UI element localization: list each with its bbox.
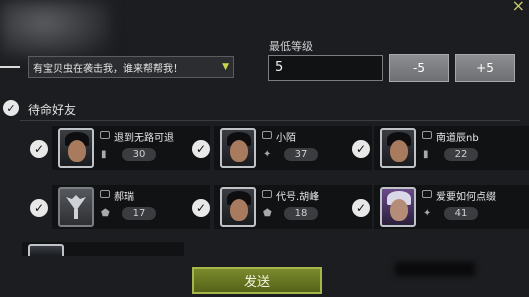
rank-icon: ⬟: [101, 208, 110, 219]
friend-name: 退到无路可退: [114, 133, 174, 144]
friend-level: 37: [284, 148, 318, 161]
friend-checkbox[interactable]: ✓: [192, 140, 210, 158]
camera-icon: [100, 131, 110, 139]
friend-card[interactable]: ✓ 南道辰nb ▮ 22: [352, 126, 529, 170]
friend-card[interactable]: ✓ 代号.胡峰 ⬟ 18: [192, 185, 372, 229]
close-icon[interactable]: ×: [512, 0, 525, 15]
friend-name: 小陌: [276, 133, 296, 144]
avatar: [220, 128, 256, 168]
friend-card-partial[interactable]: [22, 242, 184, 256]
send-button[interactable]: 发送: [192, 267, 322, 294]
friend-level: 18: [284, 207, 318, 220]
minus-5-button[interactable]: -5: [389, 54, 449, 82]
friend-checkbox[interactable]: ✓: [30, 199, 48, 217]
blurred-region: [395, 262, 475, 276]
avatar: [380, 187, 416, 227]
friend-checkbox[interactable]: ✓: [192, 199, 210, 217]
friend-name: 代号.胡峰: [276, 192, 320, 203]
avatar: [220, 187, 256, 227]
rank-icon: ▮: [423, 149, 429, 160]
rank-icon: ⬟: [263, 208, 272, 219]
plus-5-button[interactable]: +5: [455, 54, 515, 82]
camera-icon: [262, 131, 272, 139]
friend-card[interactable]: ✓ 郝瑞 ⬟ 17: [30, 185, 210, 229]
avatar: [28, 244, 64, 256]
friend-card[interactable]: ✓ 爱要如何点缀 ✦ 41: [352, 185, 529, 229]
friend-card[interactable]: ✓ 退到无路可退 ▮ 30: [30, 126, 210, 170]
friend-name: 郝瑞: [114, 192, 134, 203]
friend-level: 30: [122, 148, 156, 161]
avatar: [58, 187, 94, 227]
message-text: 有宝贝虫在袭击我，谁来帮帮我！: [33, 63, 183, 75]
friend-checkbox[interactable]: ✓: [352, 140, 370, 158]
rank-icon: ▮: [101, 149, 107, 160]
friend-name: 爱要如何点缀: [436, 192, 496, 203]
left-edge-line: [0, 66, 20, 68]
blurred-region: [0, 0, 110, 58]
divider: [20, 120, 520, 121]
friend-checkbox[interactable]: ✓: [30, 140, 48, 158]
friend-checkbox[interactable]: ✓: [352, 199, 370, 217]
triangle-down-icon: ▼: [222, 62, 229, 72]
camera-icon: [100, 190, 110, 198]
min-level-input[interactable]: 5: [268, 55, 383, 81]
friend-level: 41: [444, 207, 478, 220]
min-level-label: 最低等级: [269, 40, 313, 53]
standby-friends-label: 待命好友: [28, 103, 77, 117]
camera-icon: [422, 131, 432, 139]
rank-icon: ✦: [423, 208, 432, 219]
friend-level: 22: [444, 148, 478, 161]
camera-icon: [262, 190, 272, 198]
rank-icon: ✦: [263, 149, 272, 160]
avatar: [58, 128, 94, 168]
camera-icon: [422, 190, 432, 198]
select-all-checkbox[interactable]: ✓: [3, 100, 19, 116]
message-dropdown[interactable]: 有宝贝虫在袭击我，谁来帮帮我！ ▼: [28, 56, 234, 78]
friend-level: 17: [122, 207, 156, 220]
friend-name: 南道辰nb: [436, 133, 479, 144]
avatar: [380, 128, 416, 168]
friend-card[interactable]: ✓ 小陌 ✦ 37: [192, 126, 372, 170]
